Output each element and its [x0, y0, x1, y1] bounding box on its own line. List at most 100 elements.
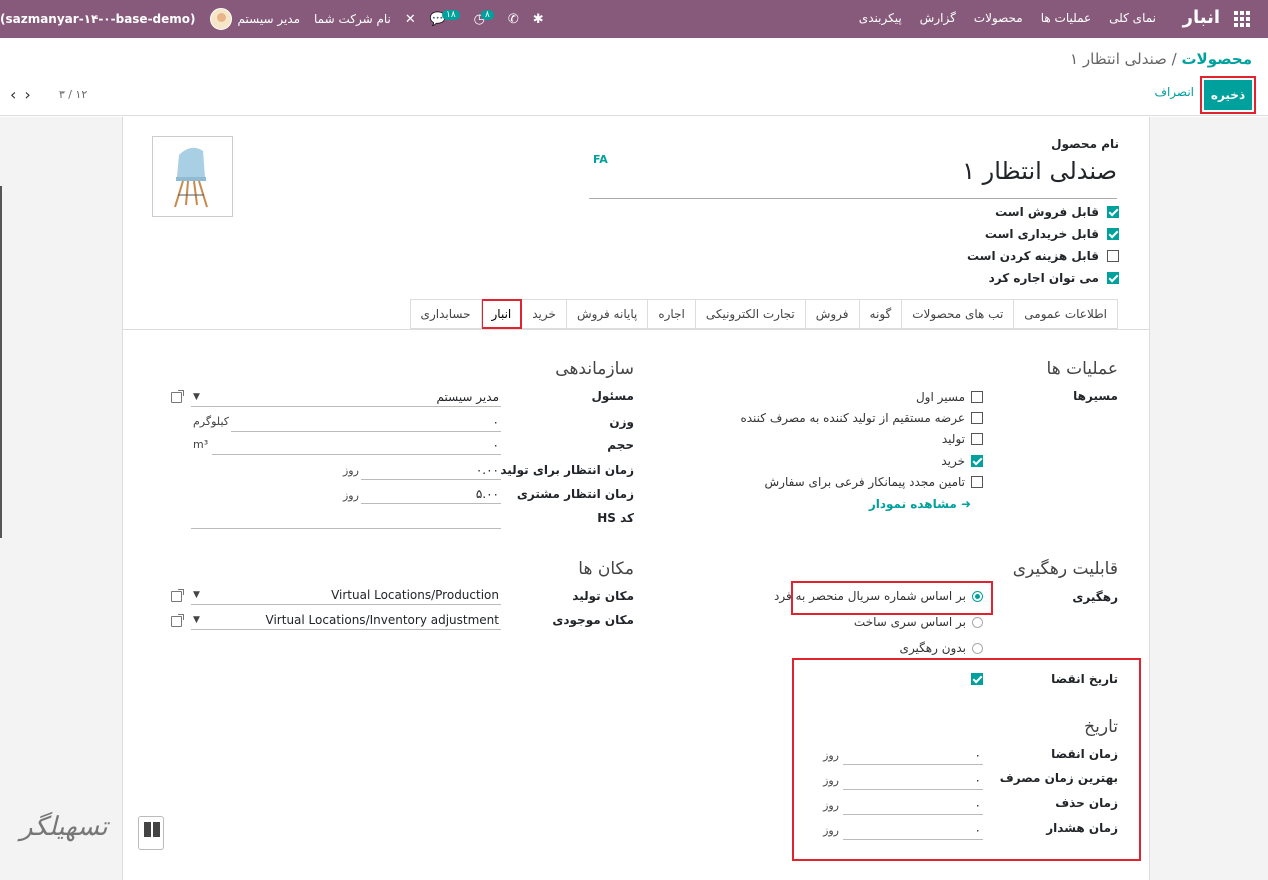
view-diagram-link[interactable]: ➜ مشاهده نمودار — [869, 497, 971, 511]
user-avatar — [209, 8, 232, 30]
language-button[interactable]: FA — [593, 153, 608, 166]
volume-value: ۰ — [492, 438, 499, 452]
chevron-left-icon[interactable]: ‹ — [10, 85, 16, 104]
expiration-time-field[interactable]: ۰ — [843, 745, 983, 765]
expiry-date-checkbox[interactable] — [971, 673, 983, 685]
route-row-2: عرضه مستقیم از تولید کننده به مصرف کننده — [740, 411, 983, 425]
tab-sales[interactable]: فروش — [804, 299, 860, 329]
tab-inventory[interactable]: انبار — [480, 299, 523, 329]
responsible-field[interactable]: مدیر سیستم ▼ — [191, 387, 501, 407]
traceability-title: قابلیت رهگیری — [1012, 559, 1118, 579]
route-label-5: تامین مجدد پیمانکار فرعی برای سفارش — [764, 475, 965, 489]
alert-time-value: ۰ — [974, 823, 981, 837]
control-panel: محصولات / صندلی انتظار ۱ ذخیره انصراف ‹ … — [0, 38, 1268, 116]
can-be-rented-label: می توان اجاره کرد — [988, 271, 1099, 285]
menu-reporting[interactable]: گزارش — [920, 11, 956, 25]
route-checkbox-1[interactable] — [971, 391, 983, 403]
removal-time-field[interactable]: ۰ — [843, 795, 983, 815]
can-be-sold-label: قابل فروش است — [995, 205, 1099, 219]
operations-title: عملیات ها — [1046, 359, 1118, 379]
external-link-icon[interactable] — [171, 614, 184, 627]
breadcrumb-products[interactable]: محصولات — [1181, 50, 1252, 68]
tab-pos[interactable]: پایانه فروش — [565, 299, 649, 329]
can-be-expensed-label: قابل هزینه کردن است — [966, 249, 1099, 263]
bug-icon[interactable]: ✱ — [533, 12, 544, 27]
mfg-lead-label: زمان انتظار برای تولید — [500, 463, 634, 477]
route-checkbox-4[interactable] — [971, 455, 983, 467]
weight-field[interactable]: ۰ — [231, 412, 501, 432]
tab-ecommerce[interactable]: تجارت الکترونیکی — [694, 299, 806, 329]
removal-time-label: زمان حذف — [1055, 796, 1118, 810]
inventory-location-field[interactable]: Virtual Locations/Inventory adjustment ▼ — [191, 610, 501, 630]
can-be-purchased-checkbox[interactable] — [1107, 228, 1119, 240]
tab-accounting[interactable]: حسابداری — [409, 299, 482, 329]
tab-product-tabs[interactable]: تب های محصولات — [901, 299, 1015, 329]
external-link-icon[interactable] — [171, 390, 184, 403]
route-checkbox-3[interactable] — [971, 433, 983, 445]
can-be-rented-checkbox[interactable] — [1107, 272, 1119, 284]
mfg-lead-value: ۰.۰۰ — [475, 463, 499, 477]
weight-unit: کیلوگرم — [193, 415, 229, 428]
breadcrumb-separator: / — [1171, 50, 1177, 68]
tracking-lot-radio[interactable] — [972, 616, 983, 628]
responsible-value: مدیر سیستم — [436, 390, 500, 404]
can-be-sold-row: قابل فروش است — [995, 205, 1119, 219]
tab-general[interactable]: اطلاعات عمومی — [1013, 299, 1118, 329]
close-icon[interactable]: ✕ — [405, 12, 416, 27]
external-link-icon[interactable] — [171, 589, 184, 602]
route-label-3: تولید — [941, 432, 965, 446]
customer-lead-field[interactable]: ۵.۰۰ — [361, 484, 501, 504]
notebook-tabs: اطلاعات عمومی تب های محصولات گونه فروش ت… — [409, 299, 1118, 329]
messages-badge: ۱۸ — [441, 9, 460, 20]
expiration-time-label: زمان انقضا — [1051, 747, 1118, 761]
customer-lead-label: زمان انتظار مشتری — [516, 487, 634, 501]
app-brand[interactable]: انبار — [1183, 7, 1220, 28]
can-be-expensed-checkbox[interactable] — [1107, 250, 1119, 262]
tab-purchase[interactable]: خرید — [521, 299, 567, 329]
alert-time-field[interactable]: ۰ — [843, 820, 983, 840]
weight-label: وزن — [609, 415, 634, 429]
can-be-sold-checkbox[interactable] — [1107, 206, 1119, 218]
arrow-left-icon: ➜ — [956, 497, 971, 511]
expiry-date-label: تاریخ انقضا — [1051, 672, 1118, 686]
expiration-time-value: ۰ — [974, 748, 981, 762]
activity-menu[interactable]: ◷۸ — [474, 9, 494, 27]
form-sheet: نام محصول صندلی انتظار ۱ FA قابل فروش اس… — [122, 117, 1150, 880]
pager-value[interactable]: ۳ / ۱۲ — [59, 88, 87, 101]
mfg-lead-field[interactable]: ۰.۰۰ — [361, 460, 501, 480]
route-checkbox-5[interactable] — [971, 476, 983, 488]
messages-menu[interactable]: 💬۱۸ — [430, 9, 460, 27]
menu-overview[interactable]: نمای کلی — [1109, 11, 1156, 25]
volume-field[interactable]: ۰ — [212, 435, 501, 455]
product-name-input[interactable]: صندلی انتظار ۱ — [589, 157, 1117, 199]
organization-title: سازماندهی — [555, 359, 634, 379]
discard-button[interactable]: انصراف — [1155, 85, 1194, 99]
company-name[interactable]: نام شرکت شما — [314, 12, 391, 26]
user-menu[interactable]: مدیر سیستم — [209, 8, 300, 30]
apps-grid-icon[interactable] — [1234, 11, 1250, 27]
inventory-location-label: مکان موجودی — [552, 613, 634, 627]
phone-icon[interactable]: ✆ — [508, 12, 519, 27]
hs-code-field[interactable] — [191, 509, 501, 529]
watermark-logo-icon — [138, 816, 164, 850]
tracking-none-label: بدون رهگیری — [899, 641, 966, 655]
hs-code-label: کد HS — [597, 511, 634, 525]
tab-rental[interactable]: اجاره — [647, 299, 696, 329]
routes-label: مسیرها — [1073, 389, 1118, 403]
responsible-label: مسئول — [591, 389, 634, 403]
save-button[interactable]: ذخیره — [1200, 76, 1256, 114]
chevron-right-icon[interactable]: › — [24, 85, 30, 104]
tracking-none-radio[interactable] — [972, 642, 983, 654]
production-location-value: Virtual Locations/Production — [331, 588, 499, 602]
route-checkbox-2[interactable] — [971, 412, 983, 424]
volume-label: حجم — [607, 438, 634, 452]
chair-icon — [174, 147, 208, 208]
menu-configuration[interactable]: پیکربندی — [859, 11, 902, 25]
removal-time-unit: روز — [823, 799, 839, 812]
menu-products[interactable]: محصولات — [974, 11, 1023, 25]
production-location-field[interactable]: Virtual Locations/Production ▼ — [191, 585, 501, 605]
product-image[interactable] — [152, 136, 233, 217]
tab-variants[interactable]: گونه — [858, 299, 903, 329]
menu-operations[interactable]: عملیات ها — [1041, 11, 1091, 25]
best-before-field[interactable]: ۰ — [843, 770, 983, 790]
